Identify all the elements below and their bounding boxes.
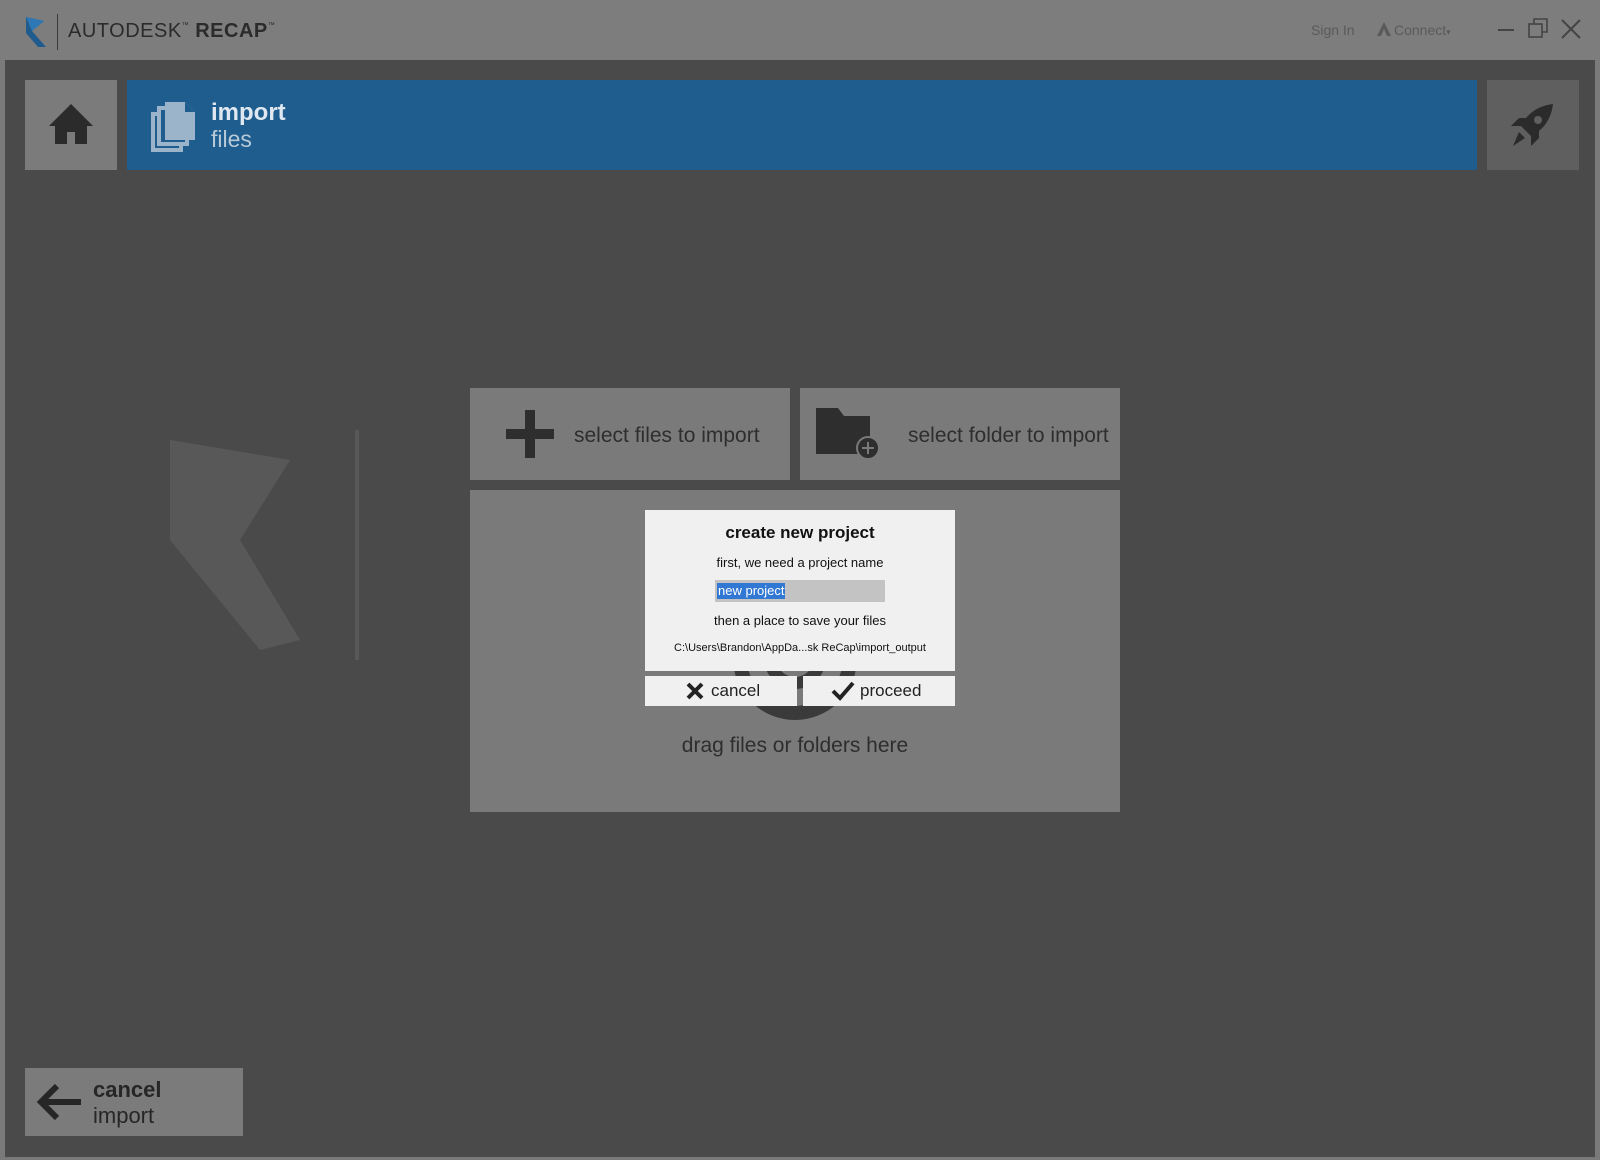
page-subtitle: files <box>211 126 252 152</box>
plus-icon <box>506 410 554 458</box>
proceed-label: proceed <box>860 681 922 700</box>
trademark: ™ <box>181 22 190 29</box>
arrow-left-icon <box>37 1083 81 1121</box>
cancel-import-title: cancel <box>93 1077 162 1102</box>
create-project-dialog: create new project first, we need a proj… <box>645 510 955 671</box>
select-folder-tile[interactable]: select folder to import <box>800 388 1120 480</box>
brand-name: AUTODESK <box>68 20 182 42</box>
autodesk-a-icon <box>1377 22 1391 36</box>
close-icon[interactable] <box>1558 16 1584 42</box>
import-files-header: import files <box>127 80 1477 170</box>
cancel-button[interactable]: cancel <box>645 676 797 706</box>
title-bar: AUTODESK™ RECAP™ Sign In Connect▾ <box>0 0 1600 60</box>
save-location-prompt: then a place to save your files <box>714 613 886 628</box>
restore-icon[interactable] <box>1526 16 1552 42</box>
folder-add-icon <box>816 408 880 460</box>
product-name: RECAP <box>195 20 268 42</box>
page-title: import <box>211 99 286 126</box>
select-files-tile[interactable]: select files to import <box>470 388 790 480</box>
select-files-label: select files to import <box>574 424 760 447</box>
minimize-icon[interactable] <box>1494 16 1520 42</box>
autodesk-logo-icon <box>26 17 46 47</box>
rocket-icon <box>1511 104 1553 146</box>
import-files-icon <box>151 102 195 152</box>
select-folder-label: select folder to import <box>908 424 1109 447</box>
dialog-title: create new project <box>725 523 875 542</box>
checkmark-icon <box>831 681 855 701</box>
save-path-link[interactable]: C:\Users\Brandon\AppDa...sk ReCap\import… <box>645 642 955 654</box>
sign-in-link[interactable]: Sign In <box>1311 22 1355 38</box>
home-icon <box>49 104 93 144</box>
project-name-prompt: first, we need a project name <box>716 555 884 570</box>
cancel-import-subtitle: import <box>93 1103 155 1128</box>
trademark: ™ <box>267 22 276 29</box>
launch-button[interactable] <box>1487 80 1579 170</box>
app-title: AUTODESK™ RECAP™ <box>68 20 275 43</box>
project-name-input[interactable]: new project <box>715 580 885 602</box>
close-x-icon <box>686 682 704 700</box>
logo-separator <box>57 14 58 50</box>
chevron-down-icon: ▾ <box>1446 27 1451 37</box>
connect-label: Connect <box>1394 22 1447 38</box>
project-name-value: new project <box>717 583 786 599</box>
home-button[interactable] <box>25 80 117 170</box>
cancel-label: cancel <box>711 681 761 700</box>
drag-drop-label: drag files or folders here <box>681 734 909 757</box>
cancel-import-button[interactable]: cancel import <box>25 1068 243 1136</box>
proceed-button[interactable]: proceed <box>803 676 955 706</box>
